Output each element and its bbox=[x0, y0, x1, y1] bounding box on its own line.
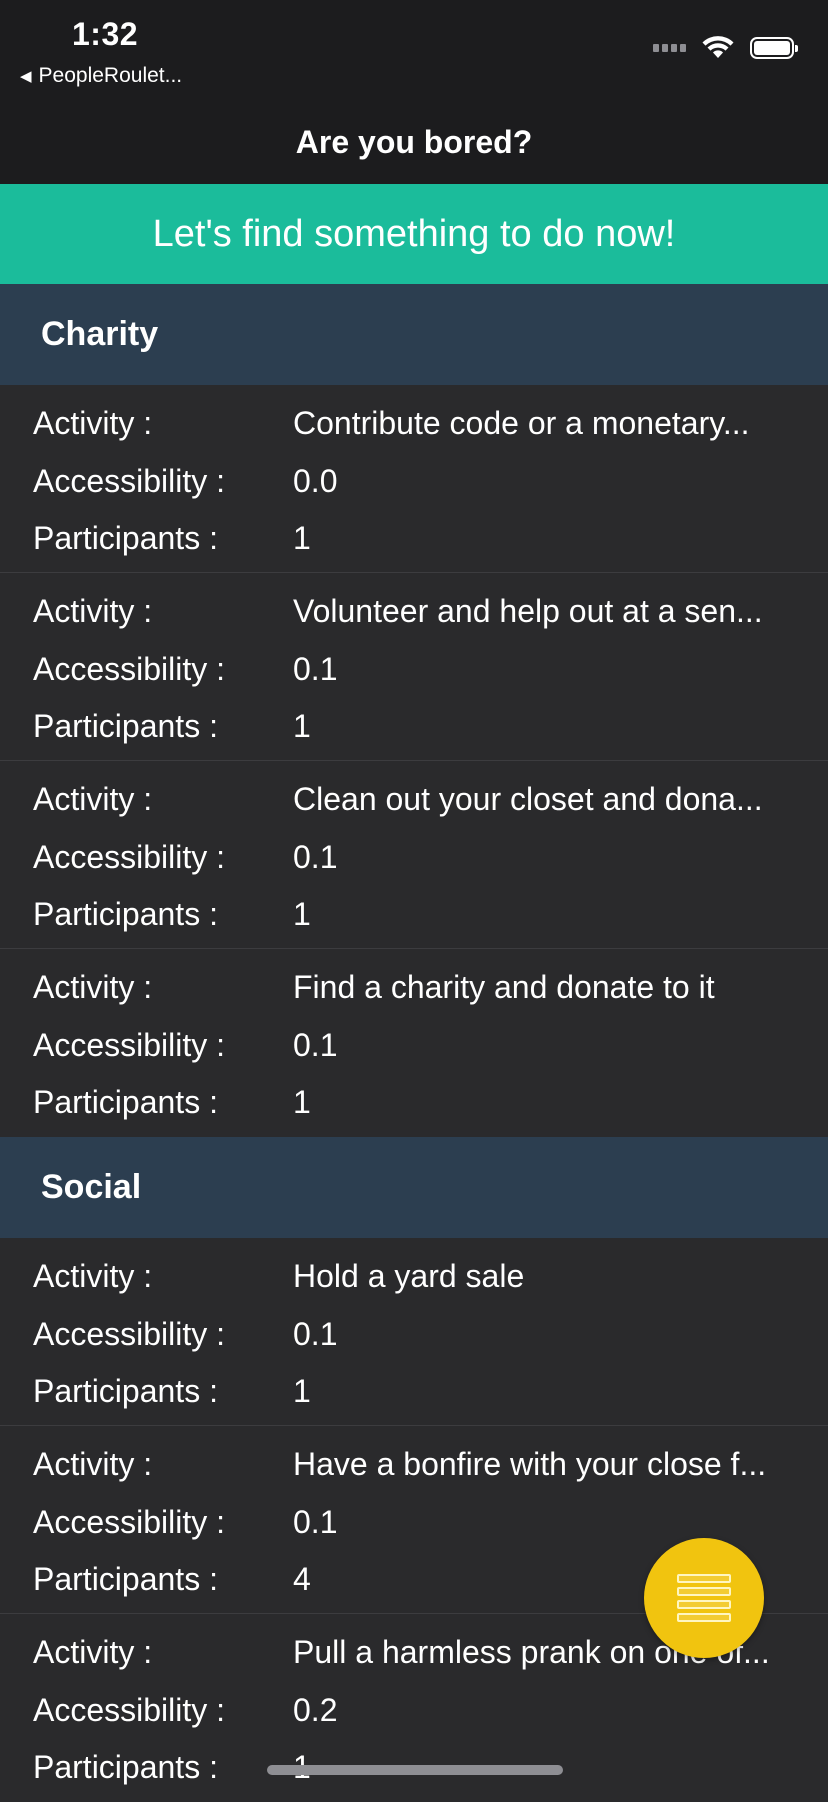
back-app-label: PeopleRoulet... bbox=[38, 64, 183, 87]
find-activity-banner[interactable]: Let's find something to do now! bbox=[0, 184, 828, 284]
section-items-social: Activity : Hold a yard sale Accessibility… bbox=[0, 1238, 828, 1802]
accessibility-label: Accessibility : bbox=[33, 839, 226, 875]
activity-value: Hold a yard sale bbox=[293, 1258, 525, 1294]
participants-value: 1 bbox=[293, 520, 311, 556]
activity-value: Contribute code or a monetary... bbox=[293, 405, 750, 441]
page-title: Are you bored? bbox=[295, 123, 533, 160]
status-icons bbox=[653, 36, 798, 60]
list-item[interactable]: Activity : Contribute code or a monetary.… bbox=[0, 385, 828, 573]
battery-icon bbox=[750, 37, 798, 59]
activity-value: Find a charity and donate to it bbox=[293, 969, 715, 1005]
participants-label: Participants : bbox=[33, 1749, 218, 1785]
accessibility-label: Accessibility : bbox=[33, 1504, 226, 1540]
participants-label: Participants : bbox=[33, 1084, 218, 1120]
activity-label: Activity : bbox=[33, 593, 153, 629]
section-header-charity: Charity bbox=[0, 284, 828, 385]
participants-value: 1 bbox=[293, 1373, 311, 1409]
accessibility-value: 0.1 bbox=[293, 1027, 338, 1063]
cellular-signal-icon bbox=[653, 44, 686, 52]
participants-value: 1 bbox=[293, 1084, 311, 1120]
list-icon bbox=[677, 1574, 731, 1622]
accessibility-label: Accessibility : bbox=[33, 463, 226, 499]
accessibility-label: Accessibility : bbox=[33, 1692, 226, 1728]
participants-value: 1 bbox=[293, 708, 311, 744]
participants-label: Participants : bbox=[33, 708, 218, 744]
participants-value: 1 bbox=[293, 896, 311, 932]
activity-label: Activity : bbox=[33, 405, 153, 441]
banner-text: Let's find something to do now! bbox=[152, 212, 676, 255]
accessibility-value: 0.2 bbox=[293, 1692, 338, 1728]
list-item[interactable]: Activity : Volunteer and help out at a se… bbox=[0, 573, 828, 761]
status-time: 1:32 bbox=[72, 16, 139, 52]
accessibility-value: 0.1 bbox=[293, 839, 338, 875]
activity-label: Activity : bbox=[33, 781, 153, 817]
accessibility-label: Accessibility : bbox=[33, 1316, 226, 1352]
list-item[interactable]: Activity : Clean out your closet and dona… bbox=[0, 761, 828, 949]
list-item[interactable]: Activity : Hold a yard sale Accessibility… bbox=[0, 1238, 828, 1426]
accessibility-label: Accessibility : bbox=[33, 651, 226, 687]
participants-label: Participants : bbox=[33, 1561, 218, 1597]
activity-label: Activity : bbox=[33, 1634, 153, 1670]
activity-value: Volunteer and help out at a sen... bbox=[293, 593, 763, 629]
accessibility-value: 0.0 bbox=[293, 463, 338, 499]
home-indicator[interactable] bbox=[267, 1765, 563, 1775]
navigation-bar: Are you bored? bbox=[0, 100, 828, 184]
activity-label: Activity : bbox=[33, 1446, 153, 1482]
activity-value: Clean out your closet and dona... bbox=[293, 781, 763, 817]
status-bar: 1:32 ◀ PeopleRoulet... bbox=[0, 0, 828, 100]
activity-label: Activity : bbox=[33, 969, 153, 1005]
section-title: Social bbox=[41, 1168, 142, 1206]
back-to-app-button[interactable]: ◀ PeopleRoulet... bbox=[20, 64, 182, 88]
back-arrow-icon: ◀ bbox=[20, 68, 32, 85]
section-items-charity: Activity : Contribute code or a monetary.… bbox=[0, 385, 828, 1137]
participants-label: Participants : bbox=[33, 520, 218, 556]
list-item[interactable]: Activity : Find a charity and donate to i… bbox=[0, 949, 828, 1137]
accessibility-label: Accessibility : bbox=[33, 1027, 226, 1063]
participants-label: Participants : bbox=[33, 1373, 218, 1409]
section-header-social: Social bbox=[0, 1137, 828, 1238]
activity-label: Activity : bbox=[33, 1258, 153, 1294]
accessibility-value: 0.1 bbox=[293, 1316, 338, 1352]
participants-label: Participants : bbox=[33, 896, 218, 932]
accessibility-value: 0.1 bbox=[293, 651, 338, 687]
activity-value: Have a bonfire with your close f... bbox=[293, 1446, 767, 1482]
menu-fab-button[interactable] bbox=[644, 1538, 764, 1658]
section-title: Charity bbox=[41, 315, 159, 353]
accessibility-value: 0.1 bbox=[293, 1504, 338, 1540]
wifi-icon bbox=[702, 36, 734, 58]
